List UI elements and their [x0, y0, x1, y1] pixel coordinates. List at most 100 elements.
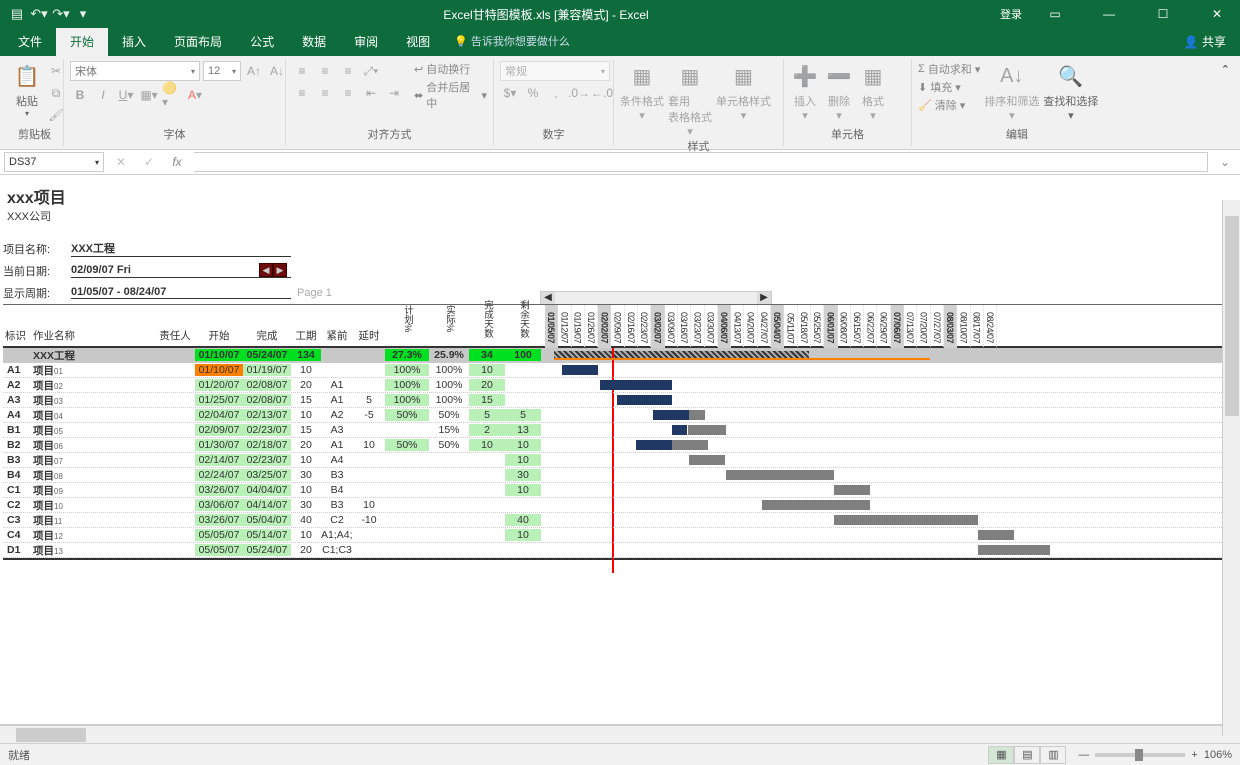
task-row[interactable]: C3项目1103/26/0705/04/0740C2-1040	[3, 513, 1240, 528]
insert-cells-button[interactable]: ➕插入▾	[790, 61, 820, 122]
nav-right-icon[interactable]: ▶	[757, 292, 771, 304]
tab-layout[interactable]: 页面布局	[160, 28, 236, 56]
task-row[interactable]: C2项目1003/06/0704/14/0730B310	[3, 498, 1240, 513]
maximize-icon[interactable]: ☐	[1142, 0, 1184, 28]
formula-input[interactable]	[194, 152, 1208, 172]
next-date-icon[interactable]: ▶	[273, 263, 287, 277]
orientation-icon[interactable]: ⤢▾	[361, 61, 381, 81]
comma-icon[interactable]: ,	[546, 83, 566, 103]
minimize-icon[interactable]: —	[1088, 0, 1130, 28]
fx-icon[interactable]: fx	[166, 152, 188, 172]
normal-view-icon[interactable]: ▦	[988, 746, 1014, 764]
page-layout-view-icon[interactable]: ▤	[1014, 746, 1040, 764]
collapse-ribbon-icon[interactable]: ⌃	[1217, 59, 1234, 146]
indent-dec-icon[interactable]: ⇤	[361, 83, 381, 103]
summary-row[interactable]: XXX工程01/10/0705/24/0713427.3%25.9%34100	[3, 348, 1240, 363]
tab-file[interactable]: 文件	[4, 28, 56, 56]
italic-icon[interactable]: I	[93, 85, 113, 105]
zoom-in-icon[interactable]: +	[1191, 749, 1197, 761]
align-bottom-icon[interactable]: ≡	[338, 61, 358, 81]
align-right-icon[interactable]: ≡	[338, 83, 358, 103]
table-format-button[interactable]: ▦套用 表格格式▾	[668, 61, 712, 138]
name-box[interactable]: DS37▾	[4, 152, 104, 172]
font-size-select[interactable]: 12▾	[203, 61, 241, 81]
login-link[interactable]: 登录	[1000, 6, 1022, 22]
align-top-icon[interactable]: ≡	[292, 61, 312, 81]
inc-decimal-icon[interactable]: .0→	[569, 83, 589, 103]
cell-style-button[interactable]: ▦单元格样式▾	[716, 61, 771, 122]
border-icon[interactable]: ▦▾	[139, 85, 159, 105]
sort-filter-button[interactable]: A↓排序和筛选▾	[984, 61, 1039, 122]
page-break-view-icon[interactable]: ▥	[1040, 746, 1066, 764]
fill-color-icon[interactable]: 🟡▾	[162, 85, 182, 105]
tab-home[interactable]: 开始	[56, 28, 108, 56]
task-row[interactable]: A4项目0402/04/0702/13/0710A2-550%50%55	[3, 408, 1240, 423]
undo-icon[interactable]: ↶▾	[30, 5, 48, 23]
dec-decimal-icon[interactable]: ←.0	[592, 83, 612, 103]
tab-data[interactable]: 数据	[288, 28, 340, 56]
task-row[interactable]: C4项目1205/05/0705/14/0710A1;A4;C310	[3, 528, 1240, 543]
cancel-formula-icon[interactable]: ✕	[110, 152, 132, 172]
redo-icon[interactable]: ↷▾	[52, 5, 70, 23]
indent-inc-icon[interactable]: ⇥	[384, 83, 404, 103]
save-icon[interactable]: ▤	[8, 5, 26, 23]
qat-customize-icon[interactable]: ▾	[74, 5, 92, 23]
percent-icon[interactable]: %	[523, 83, 543, 103]
horizontal-scrollbar[interactable]	[0, 725, 1240, 743]
zoom-level[interactable]: 106%	[1204, 749, 1232, 761]
task-row[interactable]: D1项目1305/05/0705/24/0720C1;C3	[3, 543, 1240, 558]
bold-icon[interactable]: B	[70, 85, 90, 105]
font-color-icon[interactable]: A▾	[185, 85, 205, 105]
delete-cells-button[interactable]: ➖删除▾	[824, 61, 854, 122]
worksheet[interactable]: xxx项目 XXX公司 项目名称:XXX工程 当前日期:02/09/07 Fri…	[0, 175, 1240, 725]
tab-review[interactable]: 审阅	[340, 28, 392, 56]
task-row[interactable]: A2项目0201/20/0702/08/0720A1100%100%20	[3, 378, 1240, 393]
enter-formula-icon[interactable]: ✓	[138, 152, 160, 172]
tab-insert[interactable]: 插入	[108, 28, 160, 56]
task-row[interactable]: A3项目0301/25/0702/08/0715A15100%100%15	[3, 393, 1240, 408]
zoom-slider[interactable]	[1095, 753, 1185, 757]
increase-font-icon[interactable]: A↑	[244, 61, 264, 81]
task-row[interactable]: B3项目0702/14/0702/23/0710A410	[3, 453, 1240, 468]
align-center-icon[interactable]: ≡	[315, 83, 335, 103]
tell-me-input[interactable]: 💡 告诉我你想要做什么	[444, 28, 570, 56]
merge-center-button[interactable]: ⬌ 合并后居中 ▾	[414, 79, 487, 111]
date-column: 08/10/07	[957, 305, 970, 349]
autosum-button[interactable]: Σ 自动求和 ▾	[918, 61, 980, 77]
fill-button[interactable]: ⬇ 填充 ▾	[918, 79, 980, 95]
zoom-out-icon[interactable]: —	[1078, 749, 1089, 761]
date-column: 03/09/07	[665, 305, 678, 349]
nav-left-icon[interactable]: ◀	[541, 292, 555, 304]
cut-icon[interactable]: ✂	[46, 61, 66, 81]
paste-button[interactable]: 📋粘贴▾	[12, 61, 42, 118]
wrap-text-button[interactable]: ↩ 自动换行	[414, 61, 487, 77]
vertical-scrollbar[interactable]	[1222, 200, 1240, 736]
find-select-button[interactable]: 🔍查找和选择▾	[1043, 61, 1098, 122]
format-painter-icon[interactable]: 🖌	[46, 105, 66, 125]
format-cells-button[interactable]: ▦格式▾	[858, 61, 888, 122]
align-left-icon[interactable]: ≡	[292, 83, 312, 103]
align-middle-icon[interactable]: ≡	[315, 61, 335, 81]
task-row[interactable]: A1项目0101/10/0701/19/0710100%100%10	[3, 363, 1240, 378]
copy-icon[interactable]: ⧉	[46, 83, 66, 103]
expand-formula-icon[interactable]: ⌄	[1214, 152, 1236, 172]
cond-format-button[interactable]: ▦条件格式▾	[620, 61, 664, 122]
task-row[interactable]: C1项目0903/26/0704/04/0710B410	[3, 483, 1240, 498]
font-name-select[interactable]: 宋体▾	[70, 61, 200, 81]
close-icon[interactable]: ✕	[1196, 0, 1238, 28]
prev-date-icon[interactable]: ◀	[259, 263, 273, 277]
ribbon-display-icon[interactable]: ▭	[1034, 0, 1076, 28]
tab-view[interactable]: 视图	[392, 28, 444, 56]
share-button[interactable]: 👤 共享	[1184, 28, 1240, 56]
task-row[interactable]: B2项目0601/30/0702/18/0720A11050%50%1010	[3, 438, 1240, 453]
task-row[interactable]: B1项目0502/09/0702/23/0715A315%213	[3, 423, 1240, 438]
timeline-nav[interactable]: ◀▶	[540, 291, 772, 305]
tab-formula[interactable]: 公式	[236, 28, 288, 56]
date-column: 01/19/07	[572, 305, 585, 349]
currency-icon[interactable]: $▾	[500, 83, 520, 103]
task-row[interactable]: B4项目0802/24/0703/25/0730B330	[3, 468, 1240, 483]
decrease-font-icon[interactable]: A↓	[267, 61, 287, 81]
clear-button[interactable]: 🧹 清除 ▾	[918, 97, 980, 113]
number-format-select[interactable]: 常规▾	[500, 61, 610, 81]
underline-icon[interactable]: U▾	[116, 85, 136, 105]
